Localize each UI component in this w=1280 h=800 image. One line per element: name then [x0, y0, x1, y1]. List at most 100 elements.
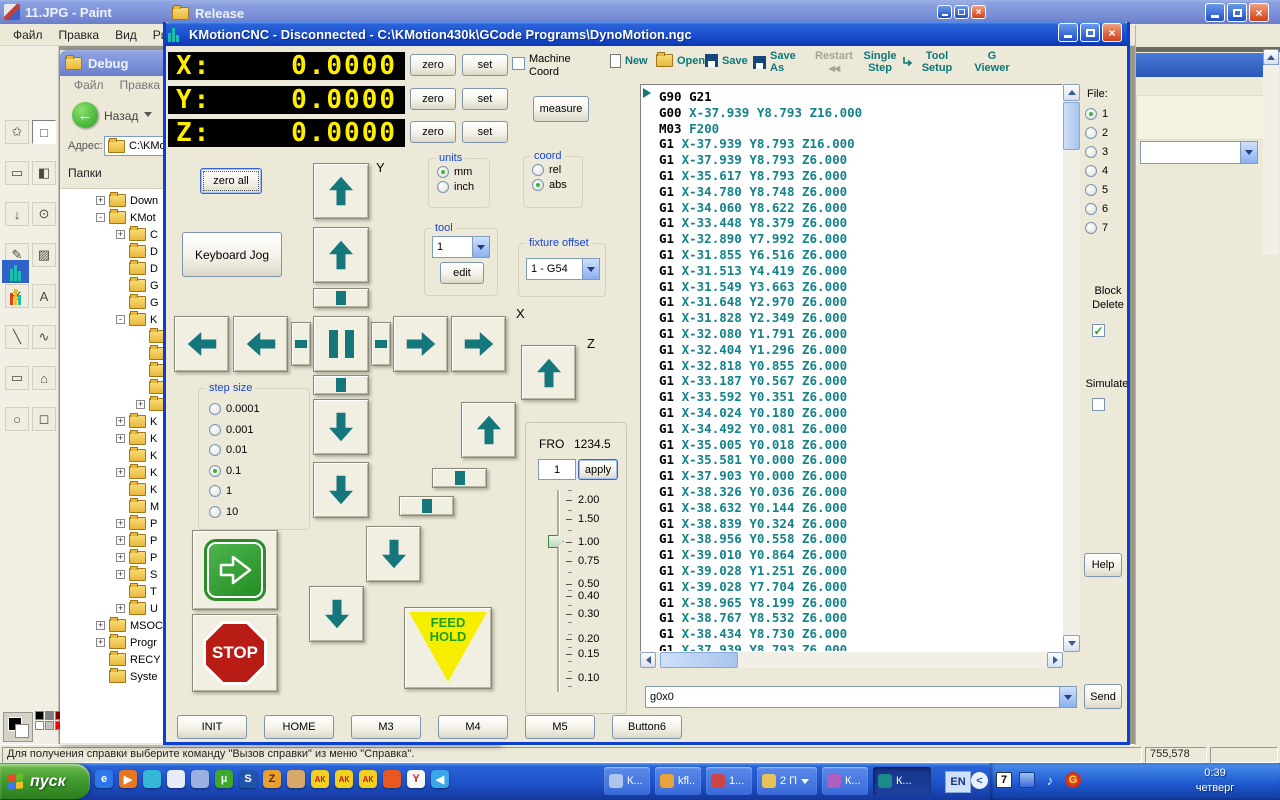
macro-button-m4[interactable]: M4 — [438, 715, 508, 739]
ak-app-icon-2[interactable]: АК — [335, 770, 353, 788]
display-settings-icon[interactable] — [1019, 772, 1035, 788]
set-x-button[interactable]: set — [462, 54, 508, 76]
toolbar-new[interactable]: New — [610, 54, 648, 68]
tool-edit-button[interactable]: edit — [440, 262, 484, 284]
scroll-up-button[interactable] — [1263, 49, 1279, 65]
mdi-command-combo[interactable]: g0x0 — [645, 686, 1077, 708]
free-select-tool-icon[interactable]: ✩ — [5, 120, 29, 144]
ak-app-icon-1[interactable]: АК — [311, 770, 329, 788]
cycle-start-button[interactable] — [192, 530, 278, 610]
jog-y-plus-step-button[interactable] — [313, 288, 369, 308]
ie-icon[interactable]: e — [95, 770, 113, 788]
tree-expand-icon[interactable]: + — [136, 400, 145, 409]
restore-icon[interactable] — [1227, 3, 1247, 22]
eraser-tool-icon[interactable]: ▭ — [5, 161, 29, 185]
macro-button-m5[interactable]: M5 — [525, 715, 595, 739]
taskbar-clock[interactable]: 0:39 четверг — [1180, 766, 1250, 796]
step-size-option-0.001[interactable]: 0.001 — [209, 420, 309, 441]
hscroll-thumb[interactable] — [660, 652, 738, 668]
color-swatch[interactable] — [45, 711, 54, 720]
ak-app-icon-3[interactable]: АК — [359, 770, 377, 788]
taskbar-task-0[interactable]: К... — [604, 767, 650, 795]
curve-tool-icon[interactable]: ∿ — [32, 325, 56, 349]
shared-folder-icon[interactable] — [287, 770, 305, 788]
jog-z-plus-button[interactable] — [461, 402, 516, 458]
scroll-left-button[interactable] — [640, 652, 656, 668]
rectangle-tool-icon[interactable]: ▭ — [5, 366, 29, 390]
chevron-down-icon[interactable] — [582, 259, 599, 279]
close-icon[interactable]: × — [971, 5, 986, 19]
keyboard-jog-button[interactable]: Keyboard Jog — [182, 232, 282, 277]
line-tool-icon[interactable]: ╲ — [5, 325, 29, 349]
back-label[interactable]: Назад — [104, 109, 138, 123]
jog-y-plus-button[interactable] — [313, 227, 369, 283]
photo-app-icon[interactable]: Z — [263, 770, 281, 788]
browser-icon[interactable] — [383, 770, 401, 788]
tree-expand-icon[interactable]: + — [116, 519, 125, 528]
file-option-4[interactable]: 4 — [1085, 161, 1108, 180]
selected-list-row[interactable] — [1136, 53, 1279, 77]
taskbar-task-3[interactable]: 2 П — [757, 767, 817, 795]
im-arrow-icon[interactable]: ◀ — [431, 770, 449, 788]
jog-x-plus-fast-button[interactable] — [451, 316, 506, 372]
jog-x-plus-button[interactable] — [393, 316, 448, 372]
kmotion-titlebar[interactable]: KMotionCNC - Disconnected - C:\KMotion43… — [163, 22, 1130, 46]
paint-menu-item-1[interactable]: Правка — [52, 26, 107, 44]
simulate-checkbox[interactable] — [1092, 398, 1105, 411]
file-icon[interactable] — [2, 284, 29, 307]
step-size-option-10[interactable]: 10 — [209, 502, 309, 523]
jog-y-minus-button[interactable] — [313, 399, 369, 455]
tree-expand-icon[interactable]: + — [116, 553, 125, 562]
jog-x-plus-step-button[interactable] — [371, 322, 391, 366]
minimize-icon[interactable] — [1058, 23, 1078, 42]
polygon-tool-icon[interactable]: ⌂ — [32, 366, 56, 390]
debug-menu-item-1[interactable]: Правка — [113, 76, 168, 94]
coord-option-abs[interactable]: abs — [532, 179, 582, 191]
scroll-down-button[interactable] — [1063, 635, 1080, 652]
jog-z-minus-fast-button[interactable] — [309, 586, 364, 642]
jog-x-minus-step-button[interactable] — [291, 322, 311, 366]
calculator-icon[interactable] — [191, 770, 209, 788]
gcode-listing-wrap[interactable]: G90 G21 G00 X-37.939 Y8.793 Z16.000 M03 F2… — [640, 84, 1063, 652]
zero-y-button[interactable]: zero — [410, 88, 456, 110]
paint-menu-item-2[interactable]: Вид — [108, 26, 144, 44]
tree-expand-icon[interactable]: + — [96, 621, 105, 630]
chevron-down-icon[interactable] — [144, 112, 152, 117]
magnifier-tool-icon[interactable]: ⊙ — [32, 202, 56, 226]
tree-expand-icon[interactable]: + — [116, 434, 125, 443]
volume-icon[interactable]: ♪ — [1042, 772, 1058, 788]
help-button[interactable]: Help — [1084, 553, 1122, 577]
tool-select[interactable]: 1 — [432, 236, 490, 258]
tree-expand-icon[interactable]: + — [116, 417, 125, 426]
file-option-7[interactable]: 7 — [1085, 218, 1108, 237]
step-size-option-0.1[interactable]: 0.1 — [209, 461, 309, 482]
file-option-3[interactable]: 3 — [1085, 142, 1108, 161]
file-option-2[interactable]: 2 — [1085, 123, 1108, 142]
set-z-button[interactable]: set — [462, 121, 508, 143]
tree-expand-icon[interactable]: + — [116, 230, 125, 239]
brush-tool-icon[interactable]: ▨ — [32, 243, 56, 267]
toolbar-save-as[interactable]: Save As — [753, 50, 808, 74]
units-option-inch[interactable]: inch — [437, 181, 489, 193]
ellipse-tool-icon[interactable]: ○ — [5, 407, 29, 431]
zero-all-button[interactable]: zero all — [200, 168, 262, 194]
file-option-6[interactable]: 6 — [1085, 199, 1108, 218]
fro-input[interactable] — [538, 459, 576, 480]
fixture-offset-select[interactable]: 1 - G54 — [526, 258, 600, 280]
jog-pause-button[interactable] — [313, 316, 369, 372]
macro-button-button6[interactable]: Button6 — [612, 715, 682, 739]
paint-menu-item-0[interactable]: Файл — [6, 26, 50, 44]
taskbar-task-2[interactable]: 1... — [706, 767, 752, 795]
fro-apply-button[interactable]: apply — [578, 459, 618, 480]
jog-y-minus-step-button[interactable] — [313, 375, 369, 395]
send-button[interactable]: Send — [1084, 684, 1122, 709]
macro-button-init[interactable]: INIT — [177, 715, 247, 739]
chevron-down-icon[interactable] — [1059, 687, 1076, 707]
list-row[interactable] — [1136, 95, 1279, 140]
file-option-1[interactable]: 1 — [1085, 104, 1108, 123]
coord-option-rel[interactable]: rel — [532, 164, 582, 176]
toolbar-single-step[interactable]: Single Step — [862, 50, 914, 74]
step-size-option-1[interactable]: 1 — [209, 481, 309, 502]
antivirus-icon[interactable]: G — [1065, 772, 1081, 788]
toolbar-g-viewer[interactable]: G Viewer — [973, 50, 1011, 74]
